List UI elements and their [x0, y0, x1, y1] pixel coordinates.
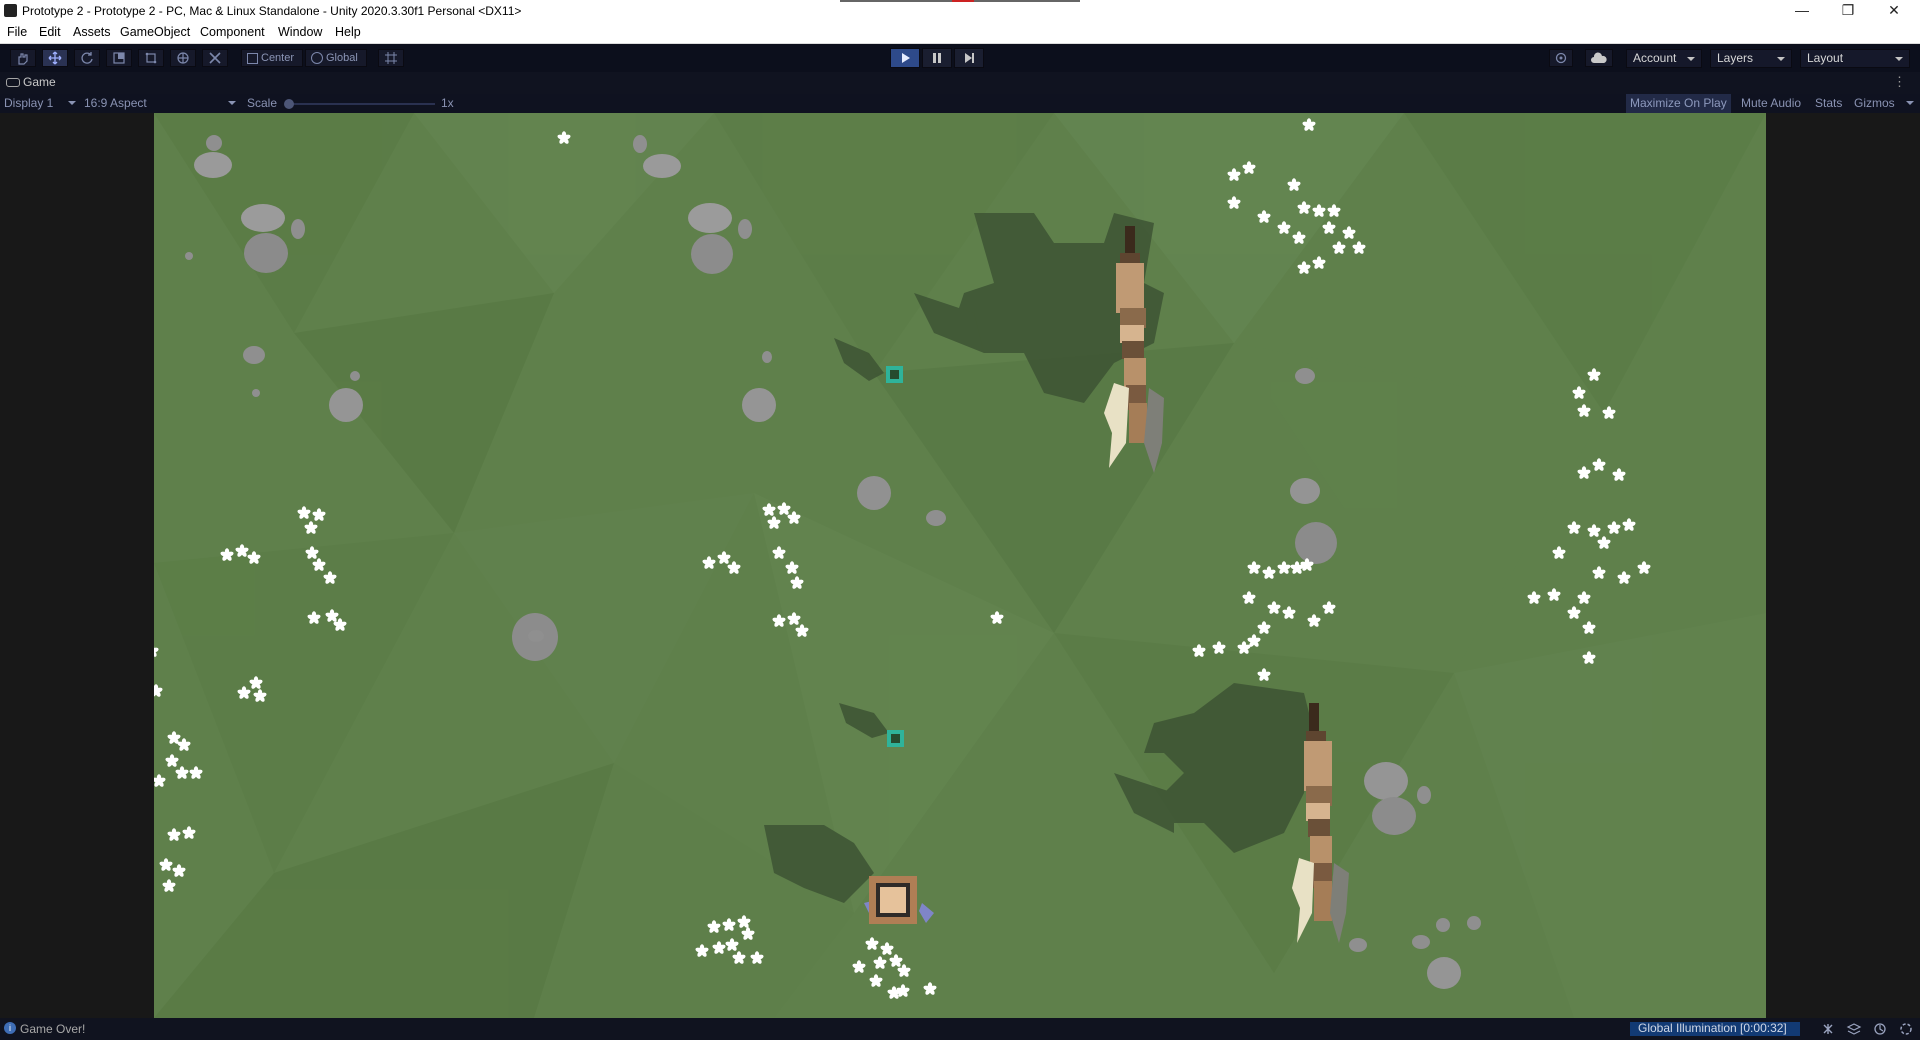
- hand-icon: [18, 53, 28, 65]
- menu-component[interactable]: Component: [200, 25, 265, 39]
- window-title-bar: Prototype 2 - Prototype 2 - PC, Mac & Li…: [0, 0, 1920, 22]
- step-button[interactable]: [954, 48, 984, 68]
- game-render[interactable]: [154, 113, 1766, 1018]
- layout-label: Layout: [1807, 51, 1844, 65]
- tools-icon: [209, 52, 221, 64]
- minimize-button[interactable]: —: [1780, 0, 1824, 22]
- pivot-global-toggle[interactable]: Global: [305, 49, 367, 67]
- more-options-icon[interactable]: ⋮: [1893, 74, 1906, 90]
- chevron-down-icon: [228, 101, 236, 105]
- collab-button[interactable]: [1549, 49, 1573, 67]
- status-bar: i Game Over! Global Illumination [0:00:3…: [0, 1018, 1920, 1040]
- layers-label: Layers: [1717, 51, 1754, 65]
- pivot-center-toggle[interactable]: Center: [241, 49, 303, 67]
- move-tool-button[interactable]: [42, 49, 68, 67]
- scale-value: 1x: [441, 96, 454, 110]
- title-progress-strip: [840, 0, 1080, 2]
- food-pickup: [886, 366, 903, 383]
- center-label: Center: [261, 52, 295, 64]
- cloud-icon: [1591, 52, 1607, 63]
- pause-button[interactable]: [922, 48, 952, 68]
- menu-assets[interactable]: Assets: [73, 25, 111, 39]
- grid-snap-button[interactable]: [378, 49, 404, 67]
- tab-game[interactable]: Game: [6, 75, 56, 89]
- display-dropdown[interactable]: Display 1: [4, 96, 53, 110]
- aspect-dropdown[interactable]: 16:9 Aspect: [84, 96, 147, 110]
- rect-tool-button[interactable]: [138, 49, 164, 67]
- game-viewport[interactable]: [0, 113, 1920, 1018]
- global-illumination-label: Global Illumination [0:00:32]: [1638, 1021, 1787, 1035]
- scale-icon: [113, 52, 125, 64]
- window-title: Prototype 2 - Prototype 2 - PC, Mac & Li…: [22, 4, 522, 18]
- lighting-icon[interactable]: [1872, 1021, 1888, 1037]
- scale-label: Scale: [247, 96, 278, 110]
- transform-icon: [177, 52, 189, 64]
- food-pickup: [887, 730, 904, 747]
- rotate-icon: [81, 52, 93, 64]
- unity-app-icon: [4, 4, 17, 17]
- rotate-tool-button[interactable]: [74, 49, 100, 67]
- chevron-down-icon: [68, 101, 76, 105]
- layers-icon[interactable]: [1846, 1021, 1862, 1037]
- layers-dropdown[interactable]: Layers: [1710, 49, 1792, 68]
- game-view-toolbar: Display 1 16:9 Aspect Scale 1x Maximize …: [0, 94, 1920, 113]
- gizmos-dropdown[interactable]: Gizmos: [1850, 94, 1899, 113]
- menu-gameobject[interactable]: GameObject: [120, 25, 190, 39]
- layout-dropdown[interactable]: Layout: [1800, 49, 1910, 68]
- transform-tool-button[interactable]: [170, 49, 196, 67]
- menu-bar: File Edit Assets GameObject Component Wi…: [0, 22, 1920, 44]
- chevron-down-icon: [1687, 57, 1695, 61]
- account-label: Account: [1633, 51, 1677, 65]
- scale-slider-track[interactable]: [290, 103, 435, 105]
- menu-help[interactable]: Help: [335, 25, 361, 39]
- maximize-on-play-toggle[interactable]: Maximize On Play: [1626, 94, 1731, 113]
- stats-toggle[interactable]: Stats: [1811, 94, 1846, 113]
- info-icon: i: [4, 1022, 16, 1034]
- menu-file[interactable]: File: [7, 25, 27, 39]
- game-tab-label: Game: [23, 75, 56, 89]
- console-message[interactable]: Game Over!: [20, 1022, 85, 1036]
- chevron-down-icon: [1777, 57, 1785, 61]
- spinner-icon: [1900, 1023, 1912, 1035]
- scale-slider-handle[interactable]: [284, 99, 294, 109]
- main-toolbar: Center Global Account Layers Layout: [0, 44, 1920, 72]
- mute-audio-toggle[interactable]: Mute Audio: [1737, 94, 1805, 113]
- hand-tool-button[interactable]: [10, 49, 36, 67]
- move-icon: [48, 51, 62, 65]
- globe-icon: [311, 52, 323, 64]
- global-label: Global: [326, 52, 358, 64]
- grid-icon: [385, 52, 397, 64]
- chevron-down-icon: [1906, 101, 1914, 105]
- play-icon: [902, 53, 910, 63]
- game-tab-header: Game ⋮: [0, 72, 1920, 94]
- center-icon: [247, 53, 258, 64]
- play-button[interactable]: [890, 48, 920, 68]
- custom-tool-button[interactable]: [202, 49, 228, 67]
- scale-tool-button[interactable]: [106, 49, 132, 67]
- collab-icon: [1555, 52, 1567, 64]
- step-icon: [965, 53, 974, 63]
- rect-icon: [145, 52, 157, 64]
- chevron-down-icon: [1895, 57, 1903, 61]
- restore-button[interactable]: ❐: [1826, 0, 1870, 22]
- gamepad-icon: [6, 78, 20, 88]
- menu-window[interactable]: Window: [278, 25, 322, 39]
- account-dropdown[interactable]: Account: [1626, 49, 1702, 68]
- close-button[interactable]: ✕: [1872, 0, 1916, 22]
- bug-icon[interactable]: [1820, 1021, 1836, 1037]
- menu-edit[interactable]: Edit: [39, 25, 61, 39]
- cloud-button[interactable]: [1585, 49, 1613, 67]
- pause-icon: [933, 53, 941, 63]
